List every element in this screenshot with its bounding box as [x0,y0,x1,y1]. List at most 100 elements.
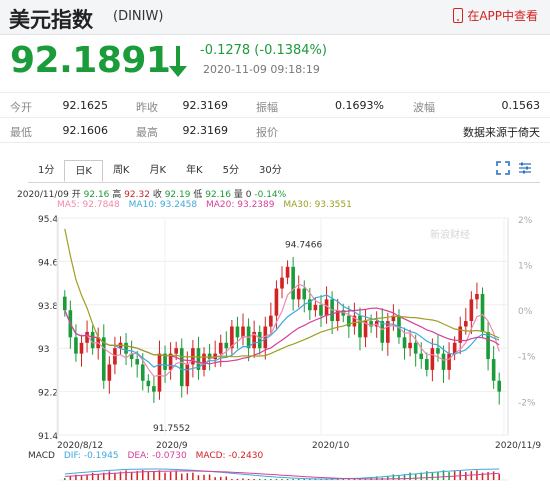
y-tick-label: 93 [38,345,49,355]
candle-body [491,359,496,381]
stat-value: 92.3169 [182,99,229,112]
down-arrow-icon [169,46,187,77]
candle-body [302,288,307,300]
stats-row: 今开 92.1625 昨收 92.3169 振幅 0.1693% 波幅 0.15… [0,92,550,117]
stat-value: 0.1563 [501,99,541,112]
x-tick-label: 2020/11/9 [495,441,541,450]
candle-body [140,364,145,381]
pct-tick-label: 2% [518,216,533,226]
low-annotation: 91.7552 [153,424,190,434]
candle-body [79,342,84,354]
candle-body [480,293,485,332]
tab-monthly-k[interactable]: 月K [140,160,177,182]
ohlc-date: 2020/11/09 [17,190,69,200]
y-tick-label: 94.6 [38,258,58,268]
pct-tick-label: -1% [518,353,536,363]
candle-body [436,348,440,354]
y-tick-label: 91.4 [38,432,58,442]
tab-yearly-k[interactable]: 年K [176,160,213,182]
candle-body [447,353,451,370]
pct-tick-label: -2% [518,398,536,408]
candle-body [218,342,223,354]
candle-body [202,353,206,370]
candle-body [313,304,318,311]
candle-body [441,353,446,370]
stats-row: 最低 92.1606 最高 92.3169 报价 数据来源于倚天 [0,117,550,143]
ohlc-volume-label: 量 [233,190,243,200]
candle-body [402,337,407,349]
candle-body [291,266,295,300]
candle-body [257,331,262,349]
data-source-note: 数据来源于倚天 [463,126,540,139]
ohlc-volume: 0 [245,190,252,200]
candle-body [179,348,184,387]
high-annotation: 94.7466 [285,240,322,250]
open-in-app-label: 在APP中查看 [467,9,538,23]
candle-body [185,364,190,387]
phone-icon [453,8,464,23]
ohlc-close: 92.19 [164,190,191,200]
candle-body [430,348,435,370]
ticker-code: (DINIW) [113,9,164,24]
candle-body [419,353,424,360]
stat-value: 92.3169 [182,124,229,137]
ohlc-open: 92.16 [83,190,110,200]
plot-frame [57,217,509,436]
macd-legend: MACD DIF: -0.1945 DEA: -0.0730 MACD: -0.… [28,451,269,461]
settings-icon[interactable] [518,161,532,175]
stat-label: 最高 [136,126,158,139]
candle-body [497,380,502,392]
candle-body [174,348,178,354]
tab-30min[interactable]: 30分 [249,160,292,182]
ohlc-close-label: 收 [152,190,162,200]
header-bar: 美元指数 (DINIW) 在APP中查看 [0,0,550,35]
tab-weekly-k[interactable]: 周K [103,160,140,182]
tab-5min[interactable]: 5分 [213,160,249,182]
ohlc-pct: -0.14% [254,190,287,200]
ohlc-open-label: 开 [71,190,81,200]
macd-chart [58,468,508,481]
pct-tick-label: 1% [518,262,533,272]
candle-body [319,304,323,316]
stat-value: 92.1625 [62,99,109,112]
candle-body [269,315,273,327]
candle-body [463,321,468,327]
y-tick-label: 93.8 [38,302,58,312]
stat-label: 昨收 [136,101,158,114]
open-in-app-link[interactable]: 在APP中查看 [453,7,538,24]
candle-body [296,288,301,300]
candle-body [285,266,290,278]
fullscreen-icon[interactable] [496,161,510,175]
candle-body [224,342,229,349]
tab-divider [28,182,540,183]
candle-body [157,353,162,392]
candle-body [74,337,78,354]
candle-body [408,342,412,349]
candle-body [413,342,418,354]
ohlc-low-label: 低 [193,190,203,200]
ohlc-readout: 2020/11/09 开 92.16 高 92.32 收 92.19 低 92.… [17,187,286,200]
stat-label: 振幅 [256,101,278,114]
y-tick-label: 92.2 [38,389,58,399]
stat-value: 0.1693% [335,99,384,112]
quote-time: 2020-11-09 09:18:19 [203,63,320,76]
x-tick-label: 2020/8/12 [57,441,103,450]
candle-body [90,331,95,349]
stats-table: 今开 92.1625 昨收 92.3169 振幅 0.1693% 波幅 0.15… [0,92,550,143]
watermark-text: 新浪财经 [430,228,470,241]
ohlc-high: 92.32 [124,190,150,200]
tab-daily-k[interactable]: 日K [64,160,103,182]
page-title: 美元指数 [9,8,93,32]
macd-dif: DIF: -0.1945 [63,451,119,461]
candle-body [152,386,156,392]
candle-body [475,293,479,300]
candle-body [235,326,240,338]
candle-body [124,342,128,354]
stat-label: 最低 [10,126,32,139]
candle-body [107,364,112,381]
period-tabs: 1分 日K 周K 月K 年K 5分 30分 [28,160,292,182]
y-tick-label: 95.4 [38,215,58,225]
current-price: 92.1891 [10,40,171,81]
stat-value: 92.1606 [62,124,109,137]
tab-1min[interactable]: 1分 [28,160,64,182]
